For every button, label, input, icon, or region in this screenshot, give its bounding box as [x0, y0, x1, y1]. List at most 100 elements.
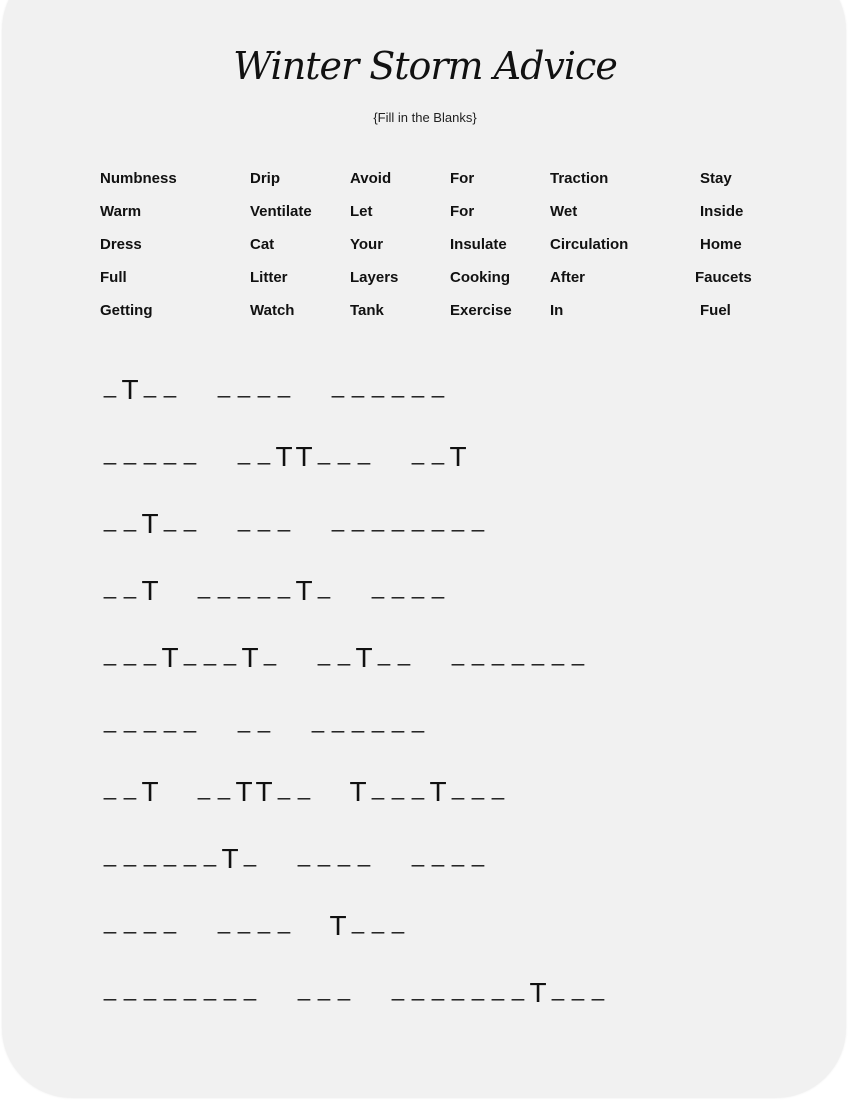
letter-blank: _ [331, 373, 345, 398]
letter-blank: _ [203, 842, 217, 867]
puzzle-word-blank[interactable]: _ _ _ _ [368, 567, 448, 611]
letter-blank: _ [471, 507, 485, 532]
letter-blank: _ [123, 909, 137, 934]
letter-blank: _ [163, 440, 177, 465]
letter-blank: _ [223, 641, 237, 666]
puzzle-word-blank[interactable]: _ _ _ _ _ _ T _ [100, 835, 260, 879]
letter-blank: _ [391, 373, 405, 398]
puzzle-word-blank[interactable]: _ _ T [100, 567, 160, 611]
letter-blank: _ [591, 976, 605, 1001]
puzzle-word-blank[interactable]: _ _ _ [294, 969, 354, 1013]
puzzle-word-blank[interactable]: _ _ _ _ _ _ [308, 701, 428, 745]
puzzle-word-blank[interactable]: _ _ T [100, 768, 160, 812]
letter-blank: _ [217, 775, 231, 800]
letter-blank: _ [431, 507, 445, 532]
page-subtitle: {Fill in the Blanks} [373, 110, 477, 125]
word-bank-word: Drip [250, 170, 280, 187]
letter-blank: _ [143, 842, 157, 867]
puzzle-word-blank[interactable]: T _ _ _ [328, 902, 408, 946]
letter-blank: _ [243, 976, 257, 1001]
letter-blank: _ [237, 909, 251, 934]
letter-blank: _ [551, 641, 565, 666]
puzzle-word-blank[interactable]: _ _ _ _ [294, 835, 374, 879]
page-title: Winter Storm Advice [233, 44, 618, 88]
letter-blank: _ [571, 976, 585, 1001]
puzzle-word-blank[interactable]: _ _ T T _ _ _ [234, 433, 374, 477]
letter-blank: _ [143, 373, 157, 398]
letter-blank: _ [371, 373, 385, 398]
puzzle-row: _ _ _ T _ _ _ T _ _ _ T _ _ _ _ _ _ _ _ _ [100, 634, 622, 674]
letter-blank: _ [183, 641, 197, 666]
puzzle-word-blank[interactable]: _ _ _ _ _ _ _ _ [100, 969, 260, 1013]
word-bank-word: Stay [700, 170, 732, 187]
letter-blank: _ [431, 976, 445, 1001]
word-bank-word: Home [700, 236, 742, 253]
letter-blank: _ [311, 708, 325, 733]
letter-blank: _ [391, 976, 405, 1001]
puzzle-word-blank[interactable]: _ _ _ T _ _ _ T _ [100, 634, 280, 678]
letter-blank: _ [183, 708, 197, 733]
letter-blank: _ [337, 641, 351, 666]
word-bank-word: After [550, 269, 586, 286]
letter-blank: _ [217, 574, 231, 599]
letter-blank: _ [431, 574, 445, 599]
word-bank-word: Wet [550, 203, 578, 220]
letter-blank: _ [237, 708, 251, 733]
puzzle-word-blank[interactable]: _ _ _ _ _ [100, 433, 200, 477]
word-bank-word: For [450, 170, 475, 187]
letter-blank: _ [143, 909, 157, 934]
letter-blank: _ [491, 976, 505, 1001]
puzzle-word-blank[interactable]: _ _ _ [234, 500, 294, 544]
letter-blank: _ [257, 507, 271, 532]
letter-hint: T [275, 441, 293, 472]
letter-blank: _ [451, 641, 465, 666]
puzzle-word-blank[interactable]: T _ _ _ T _ _ _ [348, 768, 508, 812]
letter-blank: _ [237, 574, 251, 599]
letter-blank: _ [163, 507, 177, 532]
puzzle-word-blank[interactable]: _ _ _ _ _ _ _ T _ _ _ [388, 969, 608, 1013]
puzzle-word-blank[interactable]: _ _ _ _ _ _ _ _ [328, 500, 488, 544]
letter-blank: _ [491, 775, 505, 800]
word-bank-word: In [550, 302, 564, 319]
letter-blank: _ [103, 641, 117, 666]
word-bank-word: Warm [100, 203, 142, 220]
puzzle-word-blank[interactable]: _ _ _ _ _ T _ [194, 567, 334, 611]
letter-hint: T [141, 776, 159, 807]
letter-blank: _ [163, 708, 177, 733]
puzzle-word-blank[interactable]: _ _ _ _ _ _ [328, 366, 448, 410]
puzzle-word-blank[interactable]: _ _ _ _ [100, 902, 180, 946]
puzzle-word-blank[interactable]: _ _ _ _ [408, 835, 488, 879]
puzzle-word-blank[interactable]: _ _ T _ _ [314, 634, 414, 678]
puzzle-word-blank[interactable]: _ _ _ _ _ _ _ [448, 634, 588, 678]
puzzle-word-blank[interactable]: _ _ T _ _ [100, 500, 200, 544]
letter-blank: _ [163, 842, 177, 867]
puzzle-row: _ _ _ _ _ _ _ _ _ _ _ _ _ [100, 701, 462, 741]
letter-blank: _ [103, 574, 117, 599]
letter-blank: _ [103, 373, 117, 398]
word-bank-word: Getting [100, 302, 153, 319]
puzzle-word-blank[interactable]: _ _ _ _ _ [100, 701, 200, 745]
letter-blank: _ [531, 641, 545, 666]
puzzle-word-blank[interactable]: _ _ [234, 701, 274, 745]
letter-blank: _ [317, 842, 331, 867]
letter-blank: _ [257, 909, 271, 934]
letter-blank: _ [183, 842, 197, 867]
puzzle-word-blank[interactable]: _ _ _ _ [214, 366, 294, 410]
letter-blank: _ [331, 507, 345, 532]
letter-blank: _ [297, 842, 311, 867]
letter-blank: _ [451, 976, 465, 1001]
letter-blank: _ [103, 440, 117, 465]
letter-blank: _ [143, 641, 157, 666]
puzzle-word-blank[interactable]: _ _ T [408, 433, 468, 477]
letter-blank: _ [197, 775, 211, 800]
letter-blank: _ [371, 708, 385, 733]
letter-blank: _ [411, 842, 425, 867]
letter-blank: _ [243, 842, 257, 867]
puzzle-word-blank[interactable]: _ _ T T _ _ [194, 768, 314, 812]
letter-blank: _ [103, 775, 117, 800]
word-bank-word: Your [350, 236, 384, 253]
letter-blank: _ [377, 641, 391, 666]
letter-blank: _ [217, 373, 231, 398]
puzzle-word-blank[interactable]: _ _ _ _ [214, 902, 294, 946]
puzzle-word-blank[interactable]: _ T _ _ [100, 366, 180, 410]
